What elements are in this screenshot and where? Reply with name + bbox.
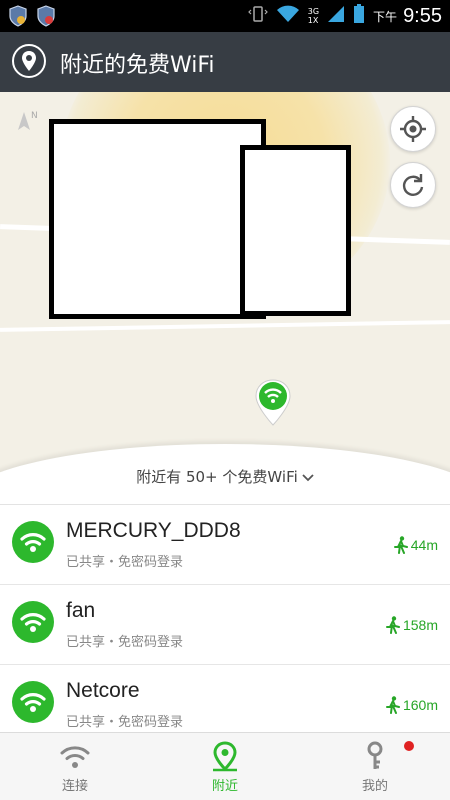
wifi-distance: 158m [385,616,438,634]
tab-mine[interactable]: 我的 [300,733,450,800]
wifi-list-item[interactable]: fan 已共享・免密码登录 158m [0,585,450,665]
redacted-map-box [49,119,266,319]
wifi-list-item[interactable]: MERCURY_DDD8 已共享・免密码登录 44m [0,505,450,585]
wifi-hotspot-marker[interactable] [254,378,292,428]
wifi-distance: 160m [385,696,438,714]
compass-icon[interactable]: N [14,106,44,136]
redacted-map-box [240,145,351,316]
security-shield-icon [8,5,28,27]
bottom-tab-bar: 连接 附近 我的 [0,732,450,800]
tab-label: 我的 [361,779,388,794]
wifi-name: fan [66,599,96,622]
wifi-icon [12,681,54,723]
status-time: 9:55 [403,4,442,27]
nearby-summary-text: 附近有 50+ 个免费WiFi [136,468,298,486]
wifi-icon [12,521,54,563]
vibrate-icon [247,4,268,28]
wifi-status: 已共享・免密码登录 [66,715,184,730]
refresh-button[interactable] [390,162,436,208]
refresh-icon [402,174,424,196]
walking-icon [385,616,400,634]
location-pin-icon[interactable] [12,44,46,78]
wifi-signal-icon [276,5,300,27]
wifi-distance: 44m [393,536,438,554]
map-view[interactable]: N 附近有 50+ 个免费WiFi [0,92,450,504]
wifi-status: 已共享・免密码登录 [66,555,184,570]
security-alert-shield-icon [36,5,56,27]
wifi-name: MERCURY_DDD8 [66,519,241,542]
crosshair-icon [400,116,426,142]
cell-signal-icon [327,5,345,27]
network-type-label: 3G 1X [307,7,320,25]
svg-text:N: N [31,111,38,121]
wifi-list: MERCURY_DDD8 已共享・免密码登录 44m fan 已共享・免密码登录… [0,504,450,732]
battery-icon [353,4,365,28]
notification-badge [404,741,414,751]
wifi-icon [12,601,54,643]
key-icon [359,741,391,771]
status-ampm: 下午 [373,9,398,24]
tab-label: 连接 [61,779,88,794]
status-bar: 3G 1X 下午 9:55 [0,0,450,32]
nearby-count-toggle[interactable]: 附近有 50+ 个免费WiFi [0,466,450,487]
tab-label: 附近 [211,779,238,794]
chevron-down-icon [302,469,314,487]
locate-me-button[interactable] [390,106,436,152]
wifi-list-item[interactable]: Netcore 已共享・免密码登录 160m [0,665,450,732]
walking-icon [393,536,408,554]
tab-nearby[interactable]: 附近 [150,733,300,800]
map-road [0,320,450,332]
app-header: 附近的免费WiFi [0,32,450,92]
tab-connect[interactable]: 连接 [0,733,150,800]
wifi-icon [59,741,91,771]
wifi-status: 已共享・免密码登录 [66,635,184,650]
wifi-name: Netcore [66,679,140,702]
page-title: 附近的免费WiFi [60,53,215,78]
walking-icon [385,696,400,714]
location-pin-icon [209,741,241,772]
